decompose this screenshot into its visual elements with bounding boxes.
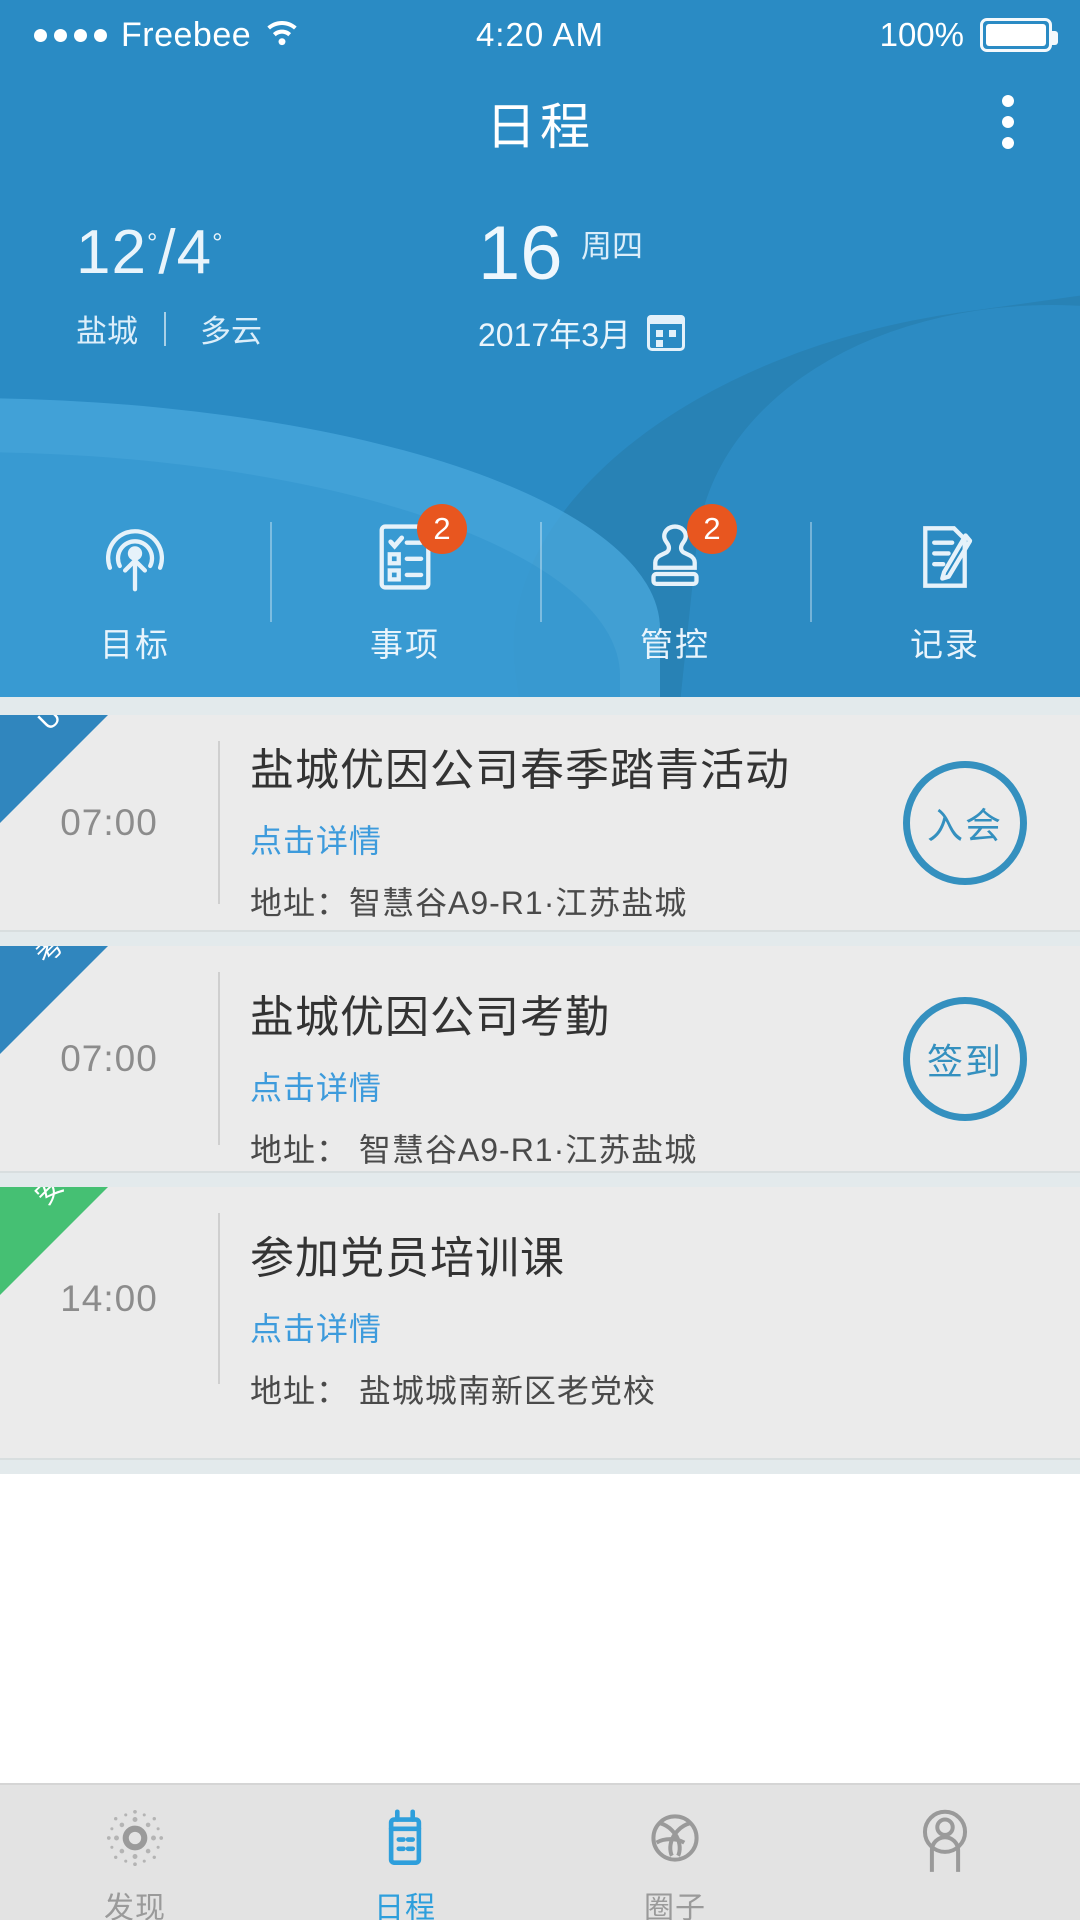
quick-action-bar: 目标 2 事项 2 管控 记录 xyxy=(0,504,1080,680)
tab-schedule[interactable]: 日程 xyxy=(270,1785,540,1920)
list-top-gap xyxy=(0,697,1080,715)
quick-action-target[interactable]: 目标 xyxy=(0,510,270,680)
date-month-row[interactable]: 2017年3月 xyxy=(478,310,685,356)
bottom-tab-bar: 发现 日程 圈子 xyxy=(0,1783,1080,1920)
battery-percent-label: 100% xyxy=(879,16,964,53)
overflow-menu-icon[interactable] xyxy=(980,84,1036,160)
quick-action-badge: 2 xyxy=(687,504,737,554)
card-action[interactable]: 入会 xyxy=(850,715,1080,930)
tab-label: 圈子 xyxy=(644,1892,706,1920)
status-bar-right: 100% xyxy=(660,16,1080,54)
app-screen: Freebee 4:20 AM 100% 日程 12°/4° 盐城 多云 16 … xyxy=(0,0,1080,1920)
schedule-card[interactable]: U会 07:00 盐城优因公司春季踏青活动 点击详情 地址：智慧谷A9-R1·江… xyxy=(0,715,1080,930)
list-bottom-filler xyxy=(0,1410,1080,1458)
note-pen-icon xyxy=(901,514,989,600)
quick-action-control[interactable]: 2 管控 xyxy=(540,504,810,680)
schedule-card[interactable]: 考勤 07:00 盐城优因公司考勤 点击详情 地址： 智慧谷A9-R1·江苏盐城… xyxy=(0,946,1080,1171)
calendar-schedule-icon xyxy=(368,1801,442,1875)
signal-dots-icon xyxy=(34,28,107,42)
card-body: 盐城优因公司考勤 点击详情 地址： 智慧谷A9-R1·江苏盐城 xyxy=(220,946,850,1171)
join-button[interactable]: 入会 xyxy=(903,760,1027,885)
quick-action-items[interactable]: 2 事项 xyxy=(270,504,540,680)
quick-action-label: 事项 xyxy=(370,626,440,663)
tab-discover[interactable]: 发现 xyxy=(0,1785,270,1920)
card-detail-link[interactable]: 点击详情 xyxy=(250,1063,850,1109)
target-radar-icon xyxy=(91,514,179,600)
card-action[interactable]: 签到 xyxy=(850,946,1080,1171)
quick-action-label: 目标 xyxy=(100,626,170,663)
card-body: 参加党员培训课 点击详情 地址： 盐城城南新区老党校 xyxy=(220,1187,850,1410)
person-profile-icon xyxy=(908,1801,982,1875)
card-separator xyxy=(0,930,1080,946)
weather-meta: 盐城 多云 xyxy=(76,306,262,351)
status-bar: Freebee 4:20 AM 100% xyxy=(0,0,1080,70)
page-title: 日程 xyxy=(486,99,594,155)
tab-label: 日程 xyxy=(374,1892,436,1920)
battery-icon xyxy=(980,18,1058,52)
weather-date-row: 12°/4° 盐城 多云 16 周四 2017年3月 xyxy=(0,216,1080,362)
checklist-icon: 2 xyxy=(361,504,467,600)
date-month-label: 2017年3月 xyxy=(478,317,631,353)
stamp-icon: 2 xyxy=(631,504,737,600)
schedule-list: U会 07:00 盐城优因公司春季踏青活动 点击详情 地址：智慧谷A9-R1·江… xyxy=(0,697,1080,1474)
quick-action-label: 记录 xyxy=(910,626,980,663)
quick-action-label: 管控 xyxy=(640,626,710,663)
date-line: 16 周四 xyxy=(478,216,685,292)
quick-action-badge: 2 xyxy=(417,504,467,554)
card-address: 地址：智慧谷A9-R1·江苏盐城 xyxy=(250,885,688,921)
card-detail-link[interactable]: 点击详情 xyxy=(250,1304,850,1350)
aperture-circle-icon xyxy=(638,1801,712,1875)
tab-circle[interactable]: 圈子 xyxy=(540,1785,810,1920)
list-end-separator xyxy=(0,1458,1080,1474)
card-address: 地址： 盐城城南新区老党校 xyxy=(250,1373,656,1409)
date-weekday-label: 周四 xyxy=(581,229,643,264)
schedule-card[interactable]: 安排 14:00 参加党员培训课 点击详情 地址： 盐城城南新区老党校 xyxy=(0,1187,1080,1410)
carrier-label: Freebee xyxy=(121,15,252,54)
tab-profile[interactable] xyxy=(810,1785,1080,1920)
card-body: 盐城优因公司春季踏青活动 点击详情 地址：智慧谷A9-R1·江苏盐城 线上地址:… xyxy=(220,715,850,930)
date-day-number: 16 xyxy=(478,211,563,296)
header-panel: Freebee 4:20 AM 100% 日程 12°/4° 盐城 多云 16 … xyxy=(0,0,1080,697)
card-detail-link[interactable]: 点击详情 xyxy=(250,816,850,862)
title-bar: 日程 xyxy=(0,78,1080,168)
card-separator xyxy=(0,1171,1080,1187)
quick-action-record[interactable]: 记录 xyxy=(810,510,1080,680)
card-address: 地址： 智慧谷A9-R1·江苏盐城 xyxy=(250,1132,698,1168)
weather-condition-label: 多云 xyxy=(200,314,262,349)
tab-label: 发现 xyxy=(104,1892,166,1920)
weather-block[interactable]: 12°/4° 盐城 多云 xyxy=(76,222,262,351)
card-title: 参加党员培训课 xyxy=(250,1234,565,1283)
status-bar-clock: 4:20 AM xyxy=(475,16,605,53)
weather-city-label: 盐城 xyxy=(76,314,138,349)
date-block[interactable]: 16 周四 2017年3月 xyxy=(478,216,685,356)
status-bar-left: Freebee xyxy=(0,16,420,55)
card-title: 盐城优因公司考勤 xyxy=(250,993,610,1042)
card-title: 盐城优因公司春季踏青活动 xyxy=(250,746,790,795)
card-action xyxy=(850,1187,1080,1410)
wifi-icon xyxy=(265,17,299,54)
temperature-label: 12°/4° xyxy=(76,218,224,287)
checkin-button[interactable]: 签到 xyxy=(903,996,1027,1121)
calendar-icon[interactable] xyxy=(647,315,685,351)
discover-sun-icon xyxy=(98,1801,172,1875)
